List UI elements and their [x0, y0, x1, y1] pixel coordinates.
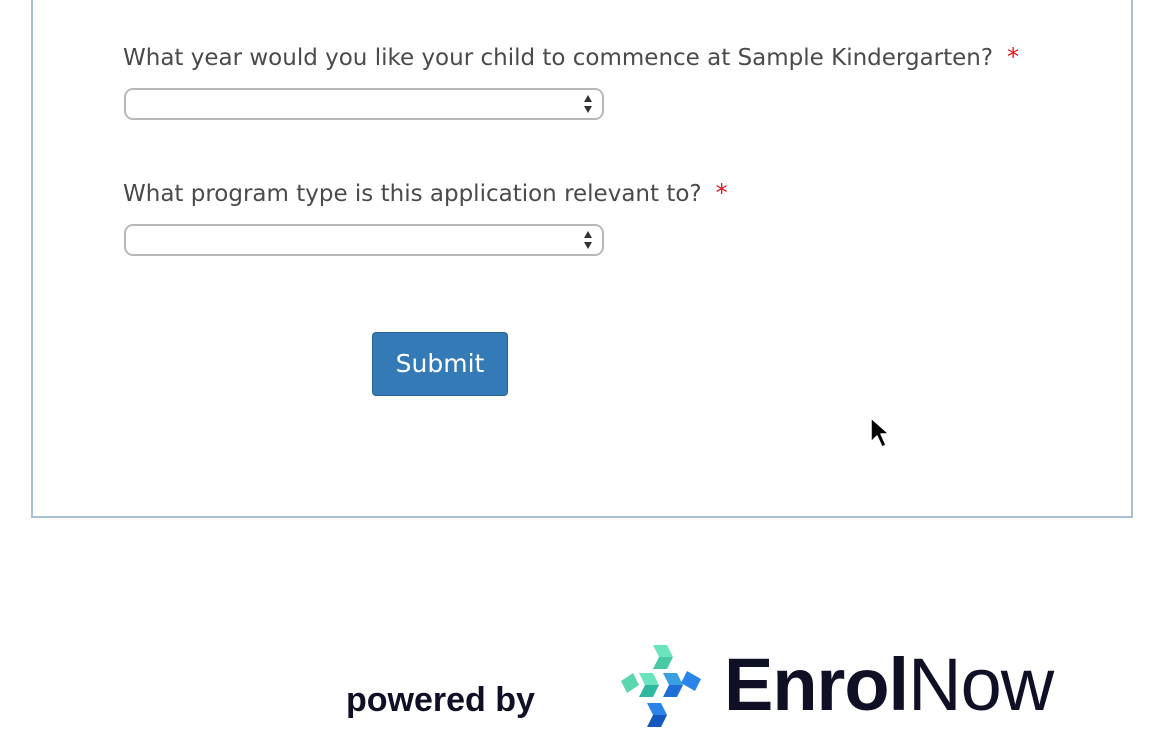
commence-year-label: What year would you like your child to c…	[123, 45, 994, 71]
program-type-question: What program type is this application re…	[123, 179, 728, 208]
brand-name-light: Now	[908, 643, 1054, 726]
application-form-panel: What year would you like your child to c…	[31, 0, 1133, 518]
commence-year-select[interactable]	[124, 88, 604, 120]
mouse-pointer-icon	[870, 417, 890, 448]
program-type-label: What program type is this application re…	[123, 181, 702, 207]
powered-by-text: powered by	[346, 681, 535, 719]
application-page: What year would you like your child to c…	[0, 0, 1162, 751]
commence-year-question: What year would you like your child to c…	[123, 43, 1019, 72]
required-marker: *	[715, 179, 728, 207]
program-type-select[interactable]	[124, 224, 604, 256]
submit-button[interactable]: Submit	[372, 332, 508, 396]
enrolnow-logo-icon	[621, 645, 701, 727]
enrolnow-wordmark: EnrolNow	[724, 637, 1054, 733]
select-arrows-icon	[584, 95, 592, 113]
brand-name-bold: Enrol	[724, 643, 909, 726]
required-marker: *	[1007, 43, 1020, 71]
select-arrows-icon	[584, 231, 592, 249]
